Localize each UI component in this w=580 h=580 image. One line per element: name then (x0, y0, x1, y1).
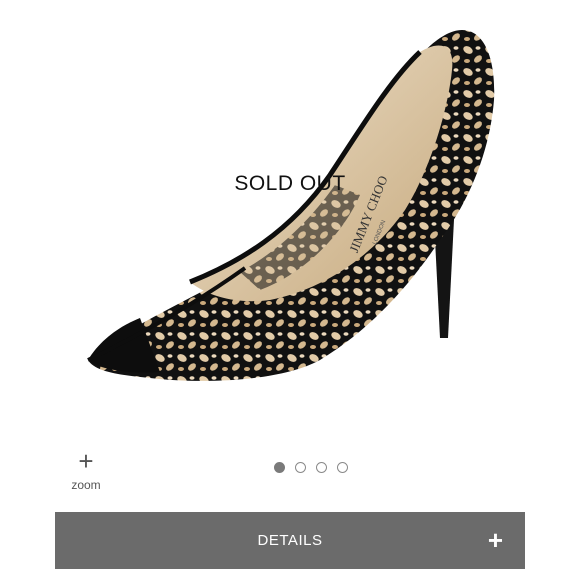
pagination-dot-2[interactable] (295, 462, 306, 473)
details-accordion-button[interactable]: DETAILS + (55, 512, 525, 569)
pagination-dot-4[interactable] (337, 462, 348, 473)
plus-icon: + (78, 446, 94, 476)
pagination-dot-3[interactable] (316, 462, 327, 473)
sold-out-label: SOLD OUT (234, 172, 346, 195)
pagination-dot-1[interactable] (274, 462, 285, 473)
details-label: DETAILS (257, 532, 323, 549)
product-image[interactable]: JIMMY CHOO LONDON (0, 0, 580, 440)
plus-icon: + (487, 525, 503, 555)
image-pagination (274, 462, 348, 473)
product-page: JIMMY CHOO LONDON SOLD OUT + zoom DETAIL… (0, 0, 580, 580)
zoom-label: zoom (71, 478, 101, 492)
zoom-button[interactable]: + zoom (62, 448, 110, 492)
